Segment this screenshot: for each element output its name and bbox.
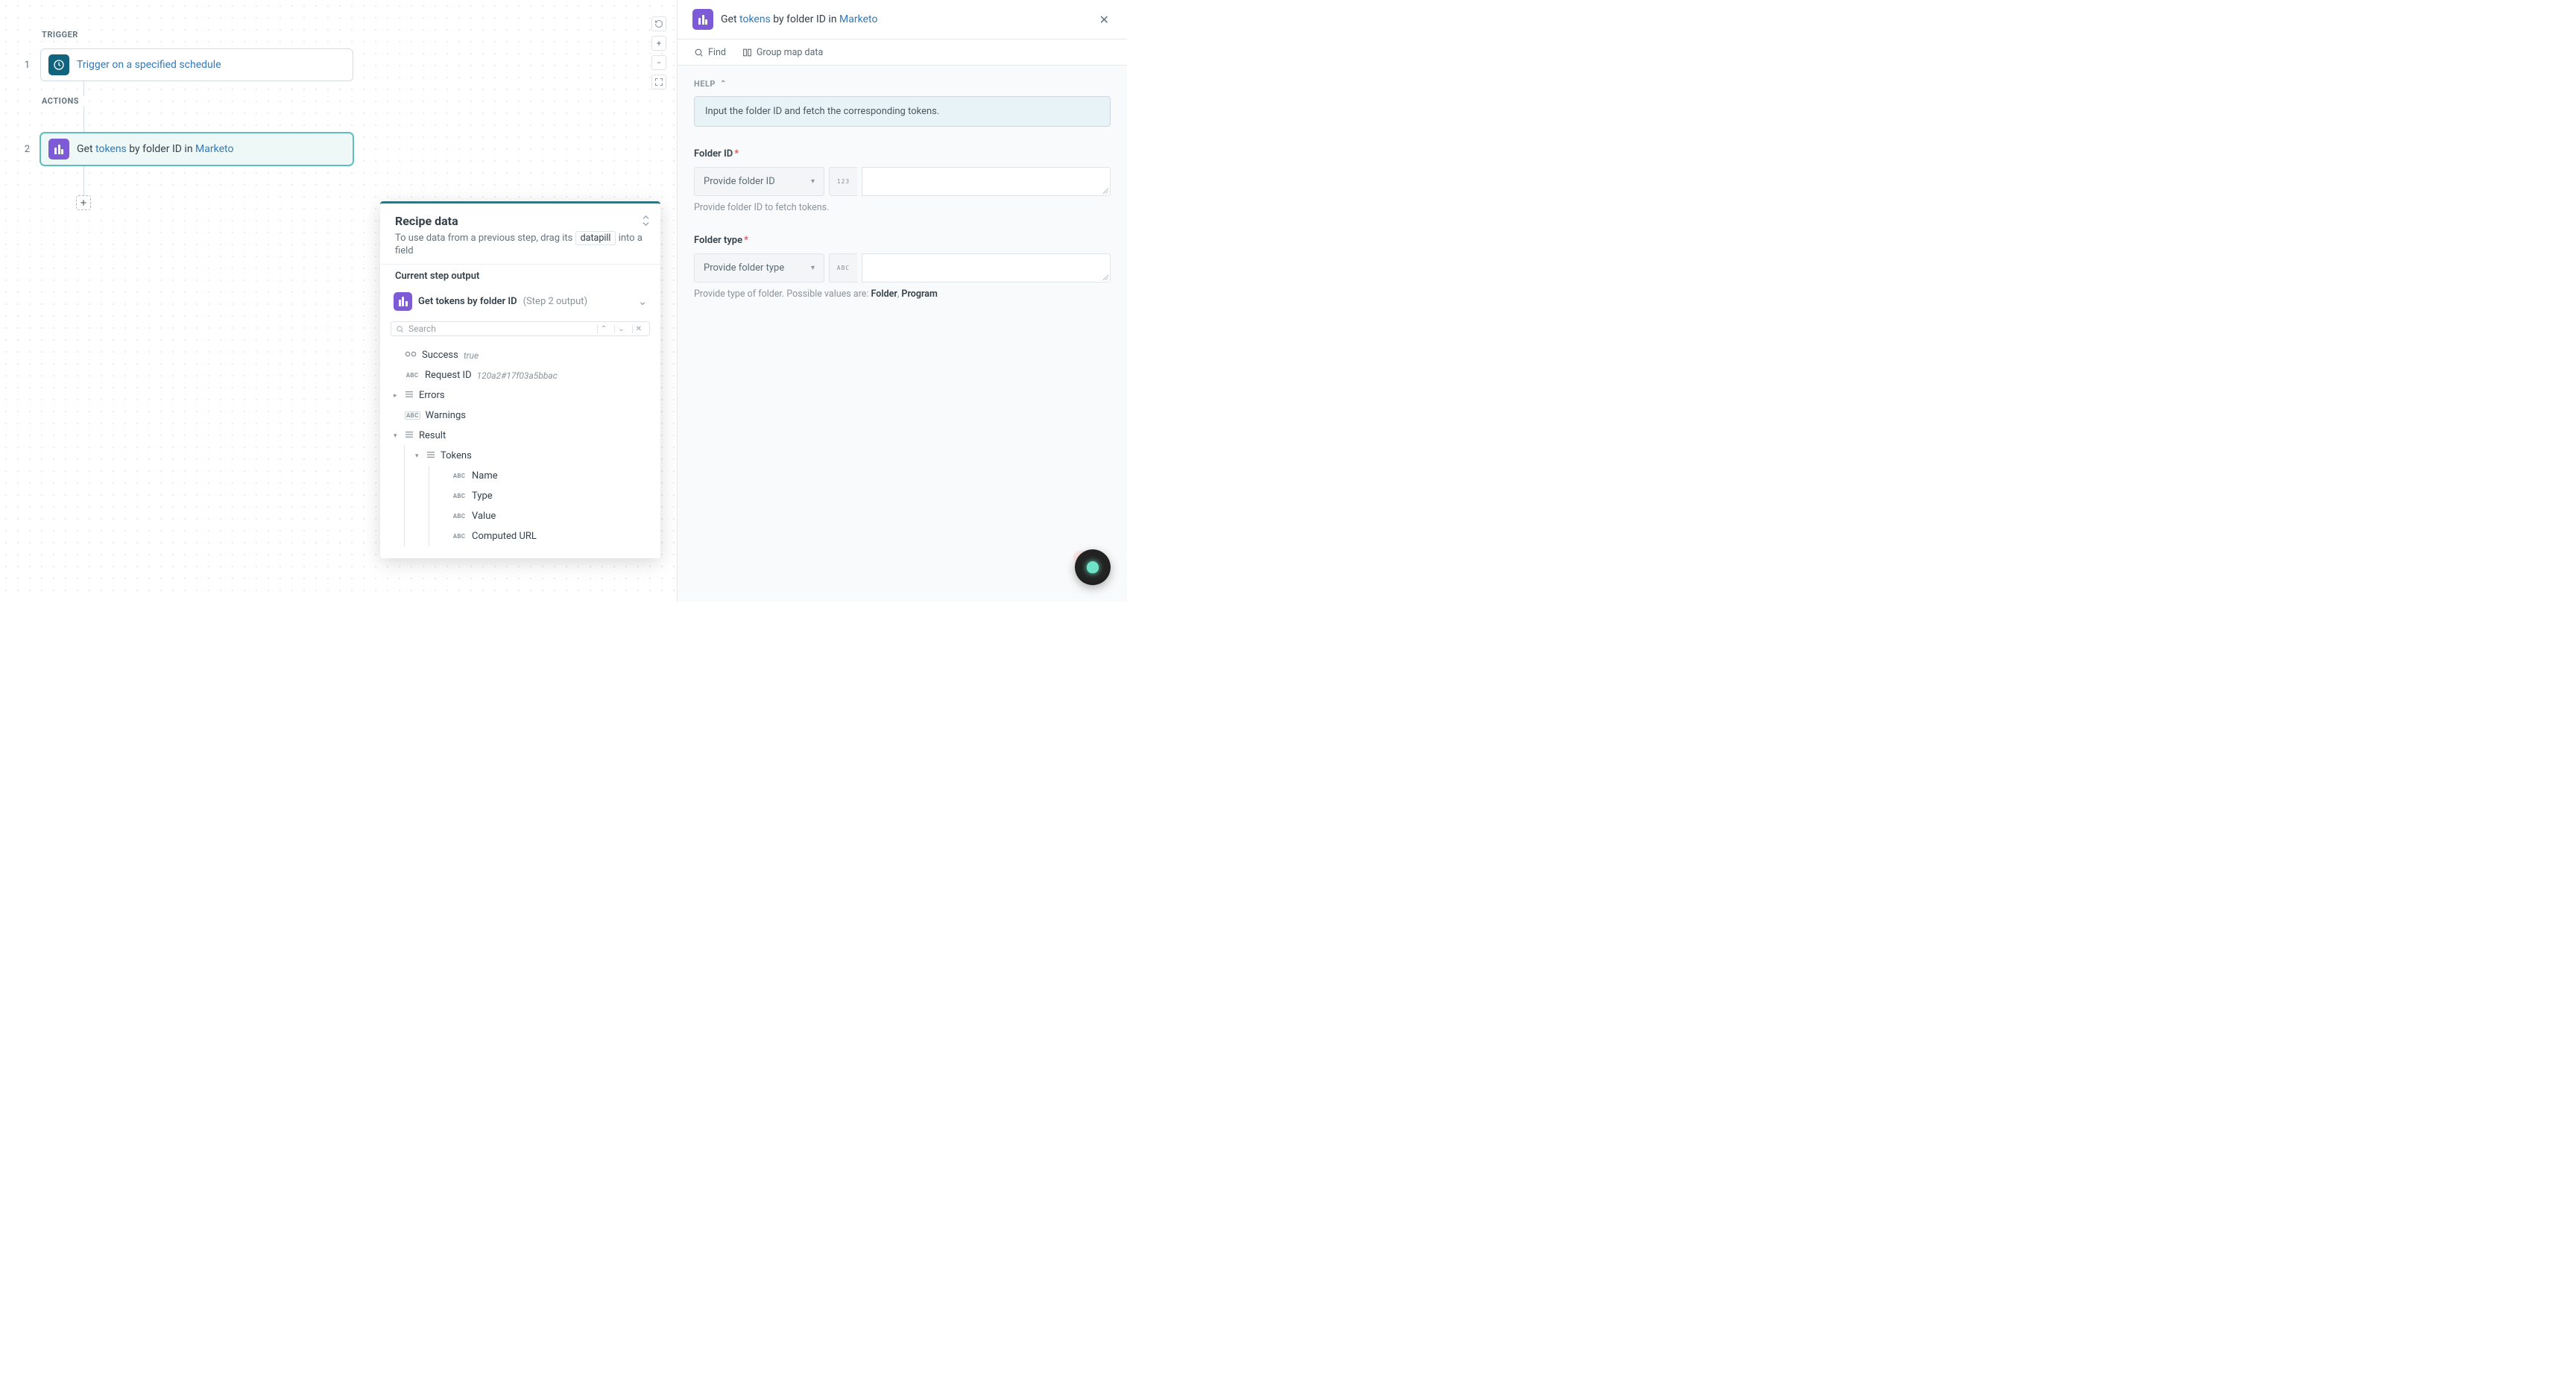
folder-id-input[interactable]: [862, 167, 1111, 196]
datapill-token-value[interactable]: ABCValue: [429, 506, 650, 526]
drag-handle-icon[interactable]: [642, 215, 650, 229]
step-number: 2: [22, 144, 30, 155]
folder-type-mode-select[interactable]: Provide folder type ▾: [694, 253, 824, 283]
bulb-icon: [1087, 561, 1099, 573]
datapill-success[interactable]: Success true: [391, 345, 650, 365]
boolean-icon: [405, 350, 417, 361]
list-icon: [426, 450, 435, 461]
folder-id-label: Folder ID*: [694, 148, 739, 160]
help-section-toggle[interactable]: HELP ⌃: [694, 79, 1111, 89]
datapill-request-id[interactable]: ABC Request ID 120a2#17f03a5bbac: [391, 365, 650, 385]
actions-section-label: ACTIONS: [42, 96, 677, 106]
datapill-tag: datapill: [575, 231, 616, 245]
zoom-out-button[interactable]: −: [651, 55, 666, 70]
numeric-type-icon: 123: [829, 167, 857, 196]
find-button[interactable]: Find: [694, 47, 726, 58]
datapill-result[interactable]: ▾ Result: [391, 426, 650, 446]
action-step-label: Get tokens by folder ID in Marketo: [77, 143, 233, 155]
trigger-step-card[interactable]: Trigger on a specified schedule: [40, 48, 353, 81]
text-type-icon: ABC: [829, 253, 857, 283]
marketo-icon: [394, 292, 412, 311]
current-step-output-label: Current step output: [380, 271, 660, 282]
folder-id-mode-select[interactable]: Provide folder ID ▾: [694, 167, 824, 196]
datapill-tokens[interactable]: ▾ Tokens: [405, 446, 650, 466]
undo-button[interactable]: [651, 16, 666, 31]
zoom-in-button[interactable]: +: [651, 36, 666, 51]
datapill-token-computed-url[interactable]: ABCComputed URL: [429, 526, 650, 546]
datapill-search-input[interactable]: Search ⌃ ⌄ ✕: [391, 321, 650, 336]
step-output-title: Get tokens by folder ID: [418, 296, 517, 307]
step-output-meta: (Step 2 output): [523, 296, 587, 307]
datapill-errors[interactable]: ▸ Errors: [391, 385, 650, 405]
datapill-tree: Success true ABC Request ID 120a2#17f03a…: [380, 339, 660, 558]
recipe-canvas[interactable]: + − TRIGGER 1 Trigger on a specified sch…: [0, 0, 677, 602]
trigger-step-label: Trigger on a specified schedule: [77, 59, 221, 71]
columns-icon: [742, 48, 752, 57]
step-number: 1: [22, 60, 30, 71]
search-prev-button[interactable]: ⌃: [597, 325, 610, 333]
datapill-warnings[interactable]: ABC Warnings: [391, 405, 650, 426]
sidebar-header: Get tokens by folder ID in Marketo ✕: [678, 0, 1127, 40]
list-icon: [405, 390, 414, 401]
marketo-icon: [692, 9, 713, 30]
step-config-sidebar: Get tokens by folder ID in Marketo ✕ Fin…: [677, 0, 1127, 602]
chevron-down-icon[interactable]: ⌄: [638, 296, 647, 308]
folder-type-input[interactable]: [862, 253, 1111, 283]
recipe-data-panel: Recipe data To use data from a previous …: [380, 201, 660, 558]
recipe-data-subtitle: To use data from a previous step, drag i…: [395, 231, 645, 256]
datapill-token-name[interactable]: ABCName: [429, 466, 650, 486]
group-map-data-button[interactable]: Group map data: [742, 47, 823, 58]
chevron-up-icon: ⌃: [720, 80, 727, 88]
help-fab-button[interactable]: [1075, 549, 1111, 585]
caret-down-icon: ▾: [811, 177, 815, 186]
datapill-token-type[interactable]: ABCType: [429, 486, 650, 506]
help-text: Input the folder ID and fetch the corres…: [694, 96, 1111, 127]
canvas-toolbar: + −: [651, 16, 666, 89]
recipe-data-title: Recipe data: [395, 214, 645, 228]
marketo-icon: [48, 139, 69, 160]
folder-type-label: Folder type*: [694, 235, 748, 246]
clock-icon: [48, 54, 69, 75]
trigger-section-label: TRIGGER: [42, 30, 677, 40]
sidebar-title: Get tokens by folder ID in Marketo: [721, 13, 877, 25]
search-next-button[interactable]: ⌄: [614, 325, 627, 333]
folder-id-hint: Provide folder ID to fetch tokens.: [694, 202, 1111, 213]
list-icon: [405, 430, 414, 441]
search-clear-button[interactable]: ✕: [632, 325, 645, 333]
sidebar-toolbar: Find Group map data: [678, 40, 1127, 66]
search-icon: [694, 48, 704, 57]
step-output-header[interactable]: Get tokens by folder ID (Step 2 output) …: [380, 285, 660, 318]
folder-type-hint: Provide type of folder. Possible values …: [694, 288, 1111, 300]
action-step-card[interactable]: Get tokens by folder ID in Marketo: [40, 133, 353, 165]
search-icon: [396, 325, 404, 333]
add-step-button[interactable]: +: [76, 195, 91, 210]
fit-view-button[interactable]: [651, 75, 666, 89]
close-button[interactable]: ✕: [1096, 10, 1112, 30]
caret-down-icon: ▾: [811, 264, 815, 272]
